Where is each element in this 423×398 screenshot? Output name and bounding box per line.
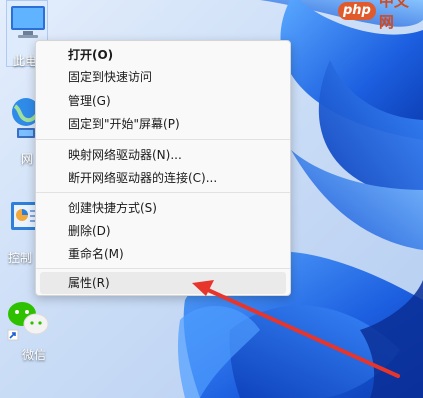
menu-item-disconnect-network-drive[interactable]: 断开网络驱动器的连接(C)...: [40, 167, 286, 189]
php-watermark: php 中文网: [338, 0, 423, 31]
watermark-logo: php: [338, 2, 376, 20]
context-menu: 打开(O) 固定到快速访问 管理(G) 固定到"开始"屏幕(P) 映射网络驱动器…: [35, 40, 291, 296]
menu-separator: [36, 192, 290, 193]
menu-item-delete[interactable]: 删除(D): [40, 220, 286, 242]
desktop-icon-this-pc[interactable]: [6, 4, 50, 44]
menu-item-map-network-drive[interactable]: 映射网络驱动器(N)...: [40, 144, 286, 166]
menu-item-manage[interactable]: 管理(G): [40, 90, 286, 112]
menu-item-rename[interactable]: 重命名(M): [40, 243, 286, 265]
menu-separator: [36, 139, 290, 140]
desktop-label-this-pc: 此电: [13, 54, 38, 68]
desktop-icon-wechat[interactable]: [4, 298, 49, 348]
menu-item-pin-start[interactable]: 固定到"开始"屏幕(P): [40, 113, 286, 135]
desktop-label-control-panel: 控制: [8, 251, 33, 265]
watermark-site-text: 中文网: [378, 0, 409, 31]
desktop-label-network: 网: [21, 152, 34, 166]
menu-item-open[interactable]: 打开(O): [40, 44, 286, 66]
wechat-icon: [7, 302, 49, 341]
menu-separator: [36, 268, 290, 269]
menu-item-create-shortcut[interactable]: 创建快捷方式(S): [40, 197, 286, 219]
menu-item-properties[interactable]: 属性(R): [40, 272, 286, 294]
menu-item-pin-quick-access[interactable]: 固定到快速访问: [40, 66, 286, 88]
desktop-label-wechat: 微信: [22, 348, 47, 362]
computer-icon: [11, 6, 45, 38]
